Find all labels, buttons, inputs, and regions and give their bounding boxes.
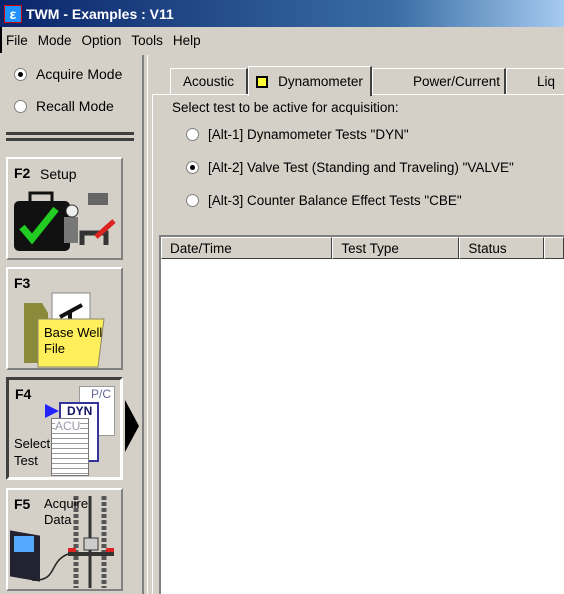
option-cbe-label: [Alt-3] Counter Balance Effect Tests "CB… bbox=[208, 193, 462, 208]
setup-case-icon bbox=[14, 191, 116, 251]
radio-icon bbox=[14, 99, 27, 113]
tab-strip: Acoustic Dynamometer Power/Current Liq bbox=[150, 66, 564, 96]
col-status[interactable]: Status bbox=[459, 237, 545, 259]
option-valve-radio[interactable]: [Alt-2] Valve Test (Standing and Traveli… bbox=[186, 160, 514, 175]
pane-splitter[interactable] bbox=[142, 55, 148, 594]
f4-label: Select Test bbox=[14, 436, 51, 468]
selected-arrow-icon bbox=[125, 400, 139, 452]
menu-mode[interactable]: Mode bbox=[38, 33, 72, 48]
menu-bar: File Mode Option Tools Help bbox=[0, 27, 564, 53]
f4-select-test-button[interactable]: F4 P/C DYN ACU Select Test bbox=[6, 377, 123, 480]
col-date-time[interactable]: Date/Time bbox=[161, 237, 333, 259]
menu-tools[interactable]: Tools bbox=[131, 33, 163, 48]
f3-base-well-file-button[interactable]: F3 Base Well File bbox=[6, 267, 123, 370]
tab-liquid[interactable]: Liq bbox=[506, 68, 564, 94]
tab-acoustic[interactable]: Acoustic bbox=[170, 68, 248, 94]
test-list-table[interactable]: Date/Time Test Type Status bbox=[159, 235, 564, 594]
splitter-handle[interactable] bbox=[6, 132, 134, 141]
option-dyn-label: [Alt-1] Dynamometer Tests "DYN" bbox=[208, 127, 409, 142]
recall-mode-label: Recall Mode bbox=[36, 98, 114, 114]
tab-acoustic-label: Acoustic bbox=[182, 74, 235, 89]
radio-icon bbox=[186, 194, 199, 207]
app-icon[interactable]: ε bbox=[4, 4, 22, 23]
select-test-prompt: Select test to be active for acquisition… bbox=[172, 100, 399, 115]
tab-power-current-label: Power/Current bbox=[412, 74, 500, 89]
recall-mode-radio[interactable]: Recall Mode bbox=[14, 98, 114, 114]
col-extra[interactable] bbox=[544, 237, 564, 259]
title-bar: ε TWM - Examples : V11 bbox=[0, 0, 564, 27]
test-documents-icon: P/C DYN ACU bbox=[45, 386, 121, 478]
option-cbe-radio[interactable]: [Alt-3] Counter Balance Effect Tests "CB… bbox=[186, 193, 462, 208]
f5-acquire-data-button[interactable]: F5 Acquire Data bbox=[6, 488, 123, 591]
f3-label: Base Well File bbox=[44, 325, 103, 356]
menu-option[interactable]: Option bbox=[82, 33, 122, 48]
radio-selected-icon bbox=[186, 161, 199, 174]
acquire-mode-radio[interactable]: Acquire Mode bbox=[14, 66, 122, 82]
menu-file[interactable]: File bbox=[6, 33, 28, 48]
option-valve-label: [Alt-2] Valve Test (Standing and Traveli… bbox=[208, 160, 514, 175]
f2-label: Setup bbox=[40, 166, 77, 182]
menu-help[interactable]: Help bbox=[173, 33, 201, 48]
tab-dynamometer[interactable]: Dynamometer bbox=[248, 66, 372, 96]
tab-liquid-label: Liq bbox=[537, 74, 556, 89]
radio-icon bbox=[186, 128, 199, 141]
tab-dynamometer-label: Dynamometer bbox=[278, 74, 363, 89]
acquire-mode-label: Acquire Mode bbox=[36, 66, 123, 82]
acu-doc: ACU bbox=[51, 418, 89, 476]
f2-key: F2 bbox=[14, 165, 31, 181]
f4-key: F4 bbox=[15, 386, 32, 402]
table-header: Date/Time Test Type Status bbox=[161, 237, 564, 259]
col-test-type[interactable]: Test Type bbox=[332, 237, 460, 259]
radio-selected-icon bbox=[14, 67, 27, 81]
f2-setup-button[interactable]: F2 Setup bbox=[6, 157, 123, 260]
option-dyn-radio[interactable]: [Alt-1] Dynamometer Tests "DYN" bbox=[186, 127, 409, 142]
tab-power-current[interactable]: Power/Current bbox=[372, 68, 506, 94]
window-title: TWM - Examples : V11 bbox=[26, 5, 174, 22]
active-indicator-icon bbox=[256, 75, 269, 88]
f5-label: Acquire Data bbox=[44, 496, 89, 527]
